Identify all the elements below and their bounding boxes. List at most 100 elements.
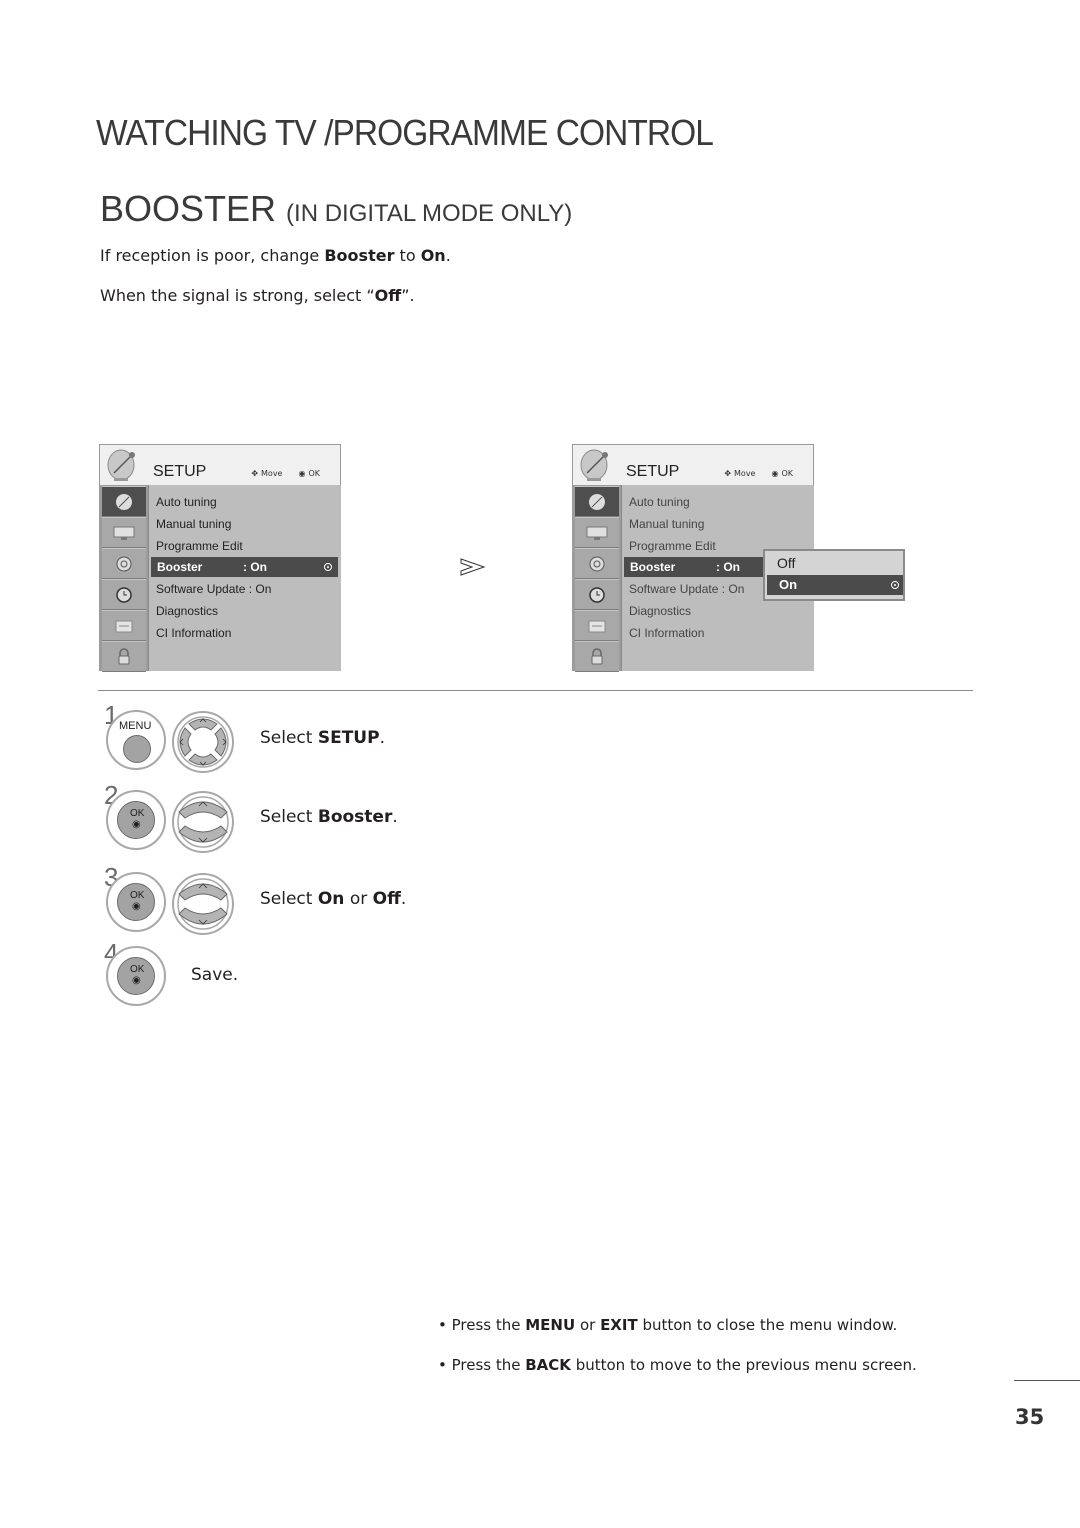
osd-sidebar — [573, 485, 621, 672]
sidebar-tab-time[interactable] — [575, 579, 619, 610]
menu-item-diagnostics[interactable]: Diagnostics — [156, 604, 218, 618]
clock-icon — [116, 586, 132, 603]
booster-options-popup: Off On — [763, 549, 905, 601]
sidebar-tab-lock[interactable] — [102, 641, 146, 672]
note-bold-menu: MENU — [525, 1316, 576, 1334]
sidebar-tab-audio[interactable] — [102, 548, 146, 579]
ok-button: OK ◉ — [106, 872, 166, 932]
sidebar-tab-setup[interactable] — [575, 486, 619, 517]
option-icon — [115, 620, 133, 632]
intro-text: ”. — [401, 286, 415, 305]
ok-button: OK ◉ — [106, 790, 166, 850]
satellite-dish-icon — [589, 493, 605, 510]
tv-screen-icon — [113, 526, 135, 540]
popup-option-on: On — [779, 577, 798, 592]
osd-sidebar — [100, 485, 148, 672]
menu-item-auto-tuning[interactable]: Auto tuning — [156, 495, 217, 509]
intro-bold-on: On — [420, 246, 446, 265]
hint-move: Move — [261, 469, 283, 478]
sidebar-tab-audio[interactable] — [575, 548, 619, 579]
sidebar-tab-picture[interactable] — [102, 517, 146, 548]
move-arrows-icon: ✥ — [251, 469, 259, 478]
menu-item-programme-edit[interactable]: Programme Edit — [629, 539, 716, 553]
menu-item-ci-information[interactable]: CI Information — [629, 626, 704, 640]
osd-header: SETUP ✥ Move ◉ OK — [100, 445, 340, 485]
section-title: BOOSTER (IN DIGITAL MODE ONLY) — [100, 188, 572, 230]
page-title: WATCHING TV /PROGRAMME CONTROL — [96, 112, 714, 153]
step-text-plain: Select — [260, 889, 318, 909]
speaker-icon — [589, 556, 605, 571]
intro-line-1: If reception is poor, change Booster to … — [100, 246, 451, 265]
menu-item-manual-tuning[interactable]: Manual tuning — [629, 517, 704, 531]
satellite-dish-icon — [116, 493, 132, 510]
lock-icon — [591, 647, 603, 664]
booster-value: : On — [716, 560, 740, 574]
note-text: button to move to the previous menu scre… — [570, 1356, 917, 1374]
step-1-text: Select SETUP. — [260, 728, 385, 748]
sidebar-tab-lock[interactable] — [575, 641, 619, 672]
up-down-pad-icon — [172, 791, 234, 853]
intro-text: If reception is poor, change — [100, 246, 325, 265]
step-4-text: Save. — [191, 965, 239, 985]
menu-item-software-update[interactable]: Software Update : On — [629, 582, 744, 596]
menu-item-manual-tuning[interactable]: Manual tuning — [156, 517, 231, 531]
note-bold-exit: EXIT — [600, 1316, 638, 1334]
sidebar-tab-option[interactable] — [575, 610, 619, 641]
move-arrows-icon: ✥ — [724, 469, 732, 478]
note-back: • Press the BACK button to move to the p… — [438, 1356, 917, 1374]
menu-item-ci-information[interactable]: CI Information — [156, 626, 231, 640]
osd-hint: ✥ Move ◉ OK — [724, 469, 793, 478]
step-text-plain: Select — [260, 807, 318, 827]
popup-option-on-selected[interactable]: On — [767, 575, 903, 595]
note-bold-back: BACK — [525, 1356, 571, 1374]
speaker-icon — [116, 556, 132, 571]
satellite-dish-icon — [107, 449, 135, 481]
satellite-dish-icon — [580, 449, 608, 481]
booster-label: Booster — [630, 560, 676, 574]
booster-label: Booster — [157, 560, 203, 574]
popup-option-off[interactable]: Off — [777, 555, 795, 571]
step-text-plain: or — [344, 889, 373, 909]
ok-dot-icon: ◉ — [132, 975, 141, 986]
next-arrow-icon — [460, 558, 486, 576]
option-icon — [588, 620, 606, 632]
menu-item-auto-tuning[interactable]: Auto tuning — [629, 495, 690, 509]
menu-button: MENU — [106, 710, 166, 770]
intro-line-2: When the signal is strong, select “Off”. — [100, 286, 415, 305]
menu-item-programme-edit[interactable]: Programme Edit — [156, 539, 243, 553]
step-2-text: Select Booster. — [260, 807, 398, 827]
sidebar-tab-time[interactable] — [102, 579, 146, 610]
sidebar-tab-picture[interactable] — [575, 517, 619, 548]
intro-bold-off: Off — [374, 286, 402, 305]
step-3-text: Select On or Off. — [260, 889, 406, 909]
ok-button-label: OK — [130, 964, 145, 975]
osd-title: SETUP — [626, 463, 680, 480]
up-down-pad-icon — [172, 873, 234, 935]
osd-header: SETUP ✥ Move ◉ OK — [573, 445, 813, 485]
intro-text: When the signal is strong, select “ — [100, 286, 375, 305]
ok-dot-icon: ◉ — [771, 469, 779, 478]
step-text-bold-on: On — [317, 889, 345, 909]
menu-item-booster-selected[interactable]: Booster : On — [151, 557, 338, 577]
ok-dot-icon: ◉ — [298, 469, 306, 478]
hint-move: Move — [734, 469, 756, 478]
menu-item-software-update[interactable]: Software Update : On — [156, 582, 271, 596]
sidebar-tab-setup[interactable] — [102, 486, 146, 517]
intro-bold-booster: Booster — [324, 246, 395, 265]
page-number: 35 — [1015, 1405, 1045, 1429]
osd-setup-menu-1: SETUP ✥ Move ◉ OK Auto tuning Manual tun… — [99, 444, 341, 672]
sidebar-tab-option[interactable] — [102, 610, 146, 641]
step-text-plain: . — [379, 728, 385, 748]
hint-ok: OK — [781, 469, 793, 478]
ok-radio-icon — [324, 563, 332, 571]
step-text-plain: . — [392, 807, 398, 827]
note-text: or — [575, 1316, 601, 1334]
menu-item-booster-selected[interactable]: Booster : On — [624, 557, 764, 577]
ok-dot-icon: ◉ — [132, 819, 141, 830]
ok-radio-icon — [891, 581, 899, 589]
page-number-rule — [1014, 1380, 1080, 1381]
menu-item-diagnostics[interactable]: Diagnostics — [629, 604, 691, 618]
osd-hint: ✥ Move ◉ OK — [251, 469, 320, 478]
clock-icon — [589, 586, 605, 603]
ok-button-label: OK — [130, 890, 145, 901]
